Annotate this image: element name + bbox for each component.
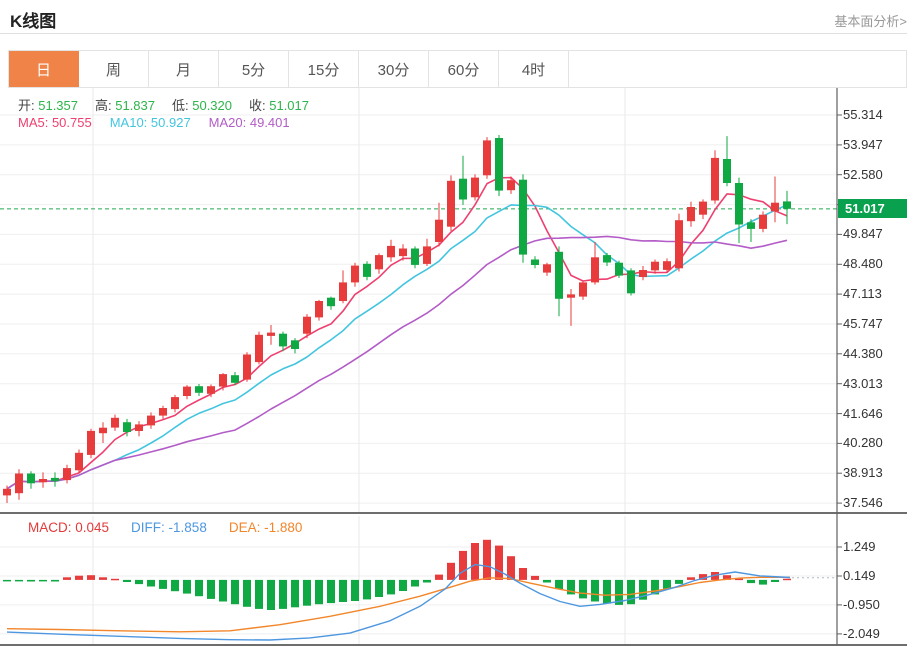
axis-tick-label: 37.546 [843, 495, 883, 510]
axis-tick-label: 38.913 [843, 465, 883, 480]
axis-tick-label: 47.113 [843, 286, 882, 301]
axis-tick-label: 41.646 [843, 406, 883, 421]
axis-tick-label: 55.314 [843, 107, 883, 122]
legend-item: MACD: 0.045 [28, 520, 110, 535]
axis-tick-label: 44.380 [843, 346, 883, 361]
axis-tick-label: 0.149 [843, 568, 876, 583]
current-price-badge: 51.017 [838, 199, 907, 218]
legend-item: DEA: -1.880 [228, 520, 303, 535]
legend-item: DIFF: -1.858 [131, 520, 207, 535]
legend-item: 高: 51.837 [95, 98, 155, 113]
axis-tick-label: 48.480 [843, 256, 883, 271]
ohlc-legend: 开: 51.357 高: 51.837 低: 50.320 收: 51.017 [18, 95, 309, 114]
legend-item: 开: 51.357 [18, 98, 78, 113]
macd-legend: MACD: 0.045 DIFF: -1.858 DEA: -1.880 [28, 520, 302, 535]
axis-tick-label: 53.947 [843, 137, 883, 152]
kline-page: K线图 基本面分析> 日周月 5分 15分 30分 60分 4时 开: 51.357 高: … [0, 0, 915, 647]
legend-item: MA10: 50.927 [109, 115, 191, 130]
axis-tick-label: 52.580 [843, 167, 883, 182]
legend-item: 收: 51.017 [249, 98, 309, 113]
axis-tick-label: -0.950 [843, 597, 880, 612]
legend-item: MA5: 50.755 [18, 115, 92, 130]
axis-tick-label: 43.013 [843, 376, 883, 391]
axis-tick-label: 49.847 [843, 226, 883, 241]
axis-tick-label: 1.249 [843, 539, 876, 554]
axis-tick-label: 40.280 [843, 435, 883, 450]
axis-tick-label: 45.747 [843, 316, 883, 331]
axis-tick-label: -2.049 [843, 626, 880, 641]
legend-item: MA20: 49.401 [208, 115, 290, 130]
legend-item: 低: 50.320 [172, 98, 232, 113]
ma-legend: MA5: 50.755 MA10: 50.927 MA20: 49.401 [18, 115, 290, 130]
